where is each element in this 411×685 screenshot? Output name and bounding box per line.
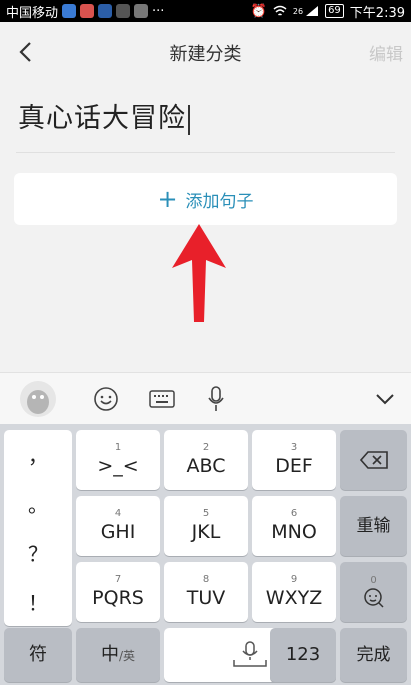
smiley-icon [94, 387, 118, 411]
backspace-icon [359, 451, 388, 469]
punctuation-column: ， 。 ？ ！ [4, 430, 72, 626]
penguin-avatar-icon [20, 381, 56, 417]
key-number: 1 [114, 442, 122, 453]
app-notification-icon [98, 4, 113, 18]
clock-label: 下午2:39 [349, 5, 405, 21]
battery-indicator: 69 [325, 4, 344, 18]
backspace-key[interactable] [340, 430, 407, 490]
key-4[interactable]: 4 GHI [76, 496, 160, 556]
key-9[interactable]: 9 WXYZ [252, 562, 336, 622]
reenter-key[interactable]: 重输 [340, 496, 407, 556]
key-label: TUV [186, 587, 226, 609]
key-label: GHI [100, 521, 136, 543]
key-label: 中 [100, 644, 119, 665]
key-label: 重输 [356, 516, 391, 536]
key-2[interactable]: 2 ABC [164, 430, 248, 490]
language-switch-key[interactable]: 中 /英 [76, 628, 160, 682]
carrier-label: 中国移动 [6, 5, 59, 21]
status-bar: 中国移动 ··· ⏰ 26 69 下午2:39 [0, 0, 411, 22]
nav-bar: 新建分类 编辑 [0, 22, 411, 82]
keyboard-icon [149, 390, 175, 408]
key-number: 9 [290, 574, 298, 585]
key-number: 3 [290, 442, 298, 453]
wifi-icon [273, 5, 287, 16]
done-key[interactable]: 完成 [340, 628, 407, 682]
keyboard-switch-button[interactable] [146, 381, 178, 417]
page-title: 新建分类 [169, 44, 242, 65]
key-label: >_< [97, 455, 139, 477]
key-label: PQRS [92, 587, 144, 609]
key-label: 符 [29, 644, 47, 665]
chevron-down-icon [376, 394, 394, 405]
key-8[interactable]: 8 TUV [164, 562, 248, 622]
add-sentence-label: 添加句子 [185, 191, 254, 212]
key-label: MNO [271, 521, 317, 543]
app-notification-icon [134, 4, 149, 18]
key-number: 5 [202, 508, 210, 519]
key-number: 6 [290, 508, 298, 519]
key-label: DEF [275, 455, 313, 477]
network-type-label: 26 [292, 6, 304, 16]
symbols-key[interactable]: 符 [4, 628, 72, 682]
category-name-text: 真心话大冒险 [18, 103, 186, 134]
keyboard-toolbar [0, 372, 411, 424]
key-label: ABC [186, 455, 226, 477]
divider [16, 152, 395, 153]
signal-icon [306, 6, 319, 16]
category-name-input[interactable]: 真心话大冒险 [18, 96, 190, 135]
key-label: 完成 [356, 645, 391, 665]
text-cursor [188, 104, 190, 135]
key-label: WXYZ [265, 587, 323, 609]
emoji-button[interactable] [90, 381, 122, 417]
more-notifications-icon: ··· [152, 3, 165, 19]
key-6[interactable]: 6 MNO [252, 496, 336, 556]
alarm-icon: ⏰ [250, 3, 267, 19]
emoji-key[interactable]: 0 [340, 562, 407, 622]
key-1[interactable]: 1 >_< [76, 430, 160, 490]
search-face-icon [363, 588, 384, 608]
punct-key-exclaim[interactable]: ！ [4, 577, 72, 626]
punct-key-comma[interactable]: ， [4, 430, 72, 479]
key-label: 123 [285, 644, 321, 665]
microphone-icon [208, 386, 224, 411]
key-number: 7 [114, 574, 122, 585]
app-notification-icon [62, 4, 77, 18]
key-label: JKL [191, 521, 221, 543]
app-notification-icon [80, 4, 95, 18]
punct-key-question[interactable]: ？ [4, 528, 72, 577]
ime-avatar-button[interactable] [18, 381, 58, 417]
keyboard: ， 。 ？ ！ 1 >_< 2 ABC 3 DEF 4 GHI 5 JKL 6 … [0, 424, 411, 685]
key-number: 2 [202, 442, 210, 453]
key-5[interactable]: 5 JKL [164, 496, 248, 556]
key-number: 8 [202, 574, 210, 585]
voice-input-button[interactable] [202, 381, 230, 417]
key-number: 4 [114, 508, 122, 519]
add-sentence-button[interactable]: + 添加句子 [14, 173, 397, 225]
app-notification-icon [116, 4, 131, 18]
numbers-key[interactable]: 123 [270, 628, 336, 682]
key-number: 0 [370, 575, 377, 586]
punct-key-period[interactable]: 。 [4, 479, 72, 528]
collapse-keyboard-button[interactable] [370, 381, 400, 417]
key-sublabel: /英 [118, 648, 136, 663]
key-7[interactable]: 7 PQRS [76, 562, 160, 622]
red-arrow-annotation [172, 224, 226, 322]
plus-icon: + [157, 185, 178, 213]
key-3[interactable]: 3 DEF [252, 430, 336, 490]
edit-button[interactable]: 编辑 [369, 40, 403, 65]
